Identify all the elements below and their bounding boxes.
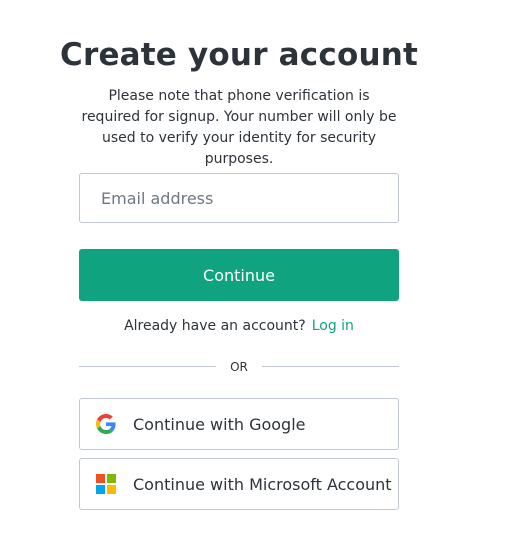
continue-with-microsoft-button[interactable]: Continue with Microsoft Account: [79, 458, 399, 510]
continue-with-google-button[interactable]: Continue with Google: [79, 398, 399, 450]
or-divider: OR: [79, 358, 399, 376]
page-subtitle: Please note that phone verification is r…: [81, 88, 397, 167]
signup-page: Create your account Please note that pho…: [0, 0, 530, 556]
google-button-label: Continue with Google: [133, 414, 306, 434]
divider-line-right: [262, 366, 399, 367]
microsoft-logo-icon: [96, 474, 116, 494]
continue-button[interactable]: Continue: [79, 249, 399, 301]
login-link[interactable]: Log in: [312, 318, 354, 334]
login-prompt-row: Already have an account? Log in: [79, 318, 399, 334]
login-prompt-text: Already have an account?: [124, 318, 306, 334]
google-g-icon: [96, 414, 116, 434]
divider-label: OR: [230, 360, 248, 374]
email-field[interactable]: [79, 173, 399, 223]
microsoft-button-label: Continue with Microsoft Account: [133, 474, 392, 494]
page-title: Create your account: [60, 37, 418, 73]
